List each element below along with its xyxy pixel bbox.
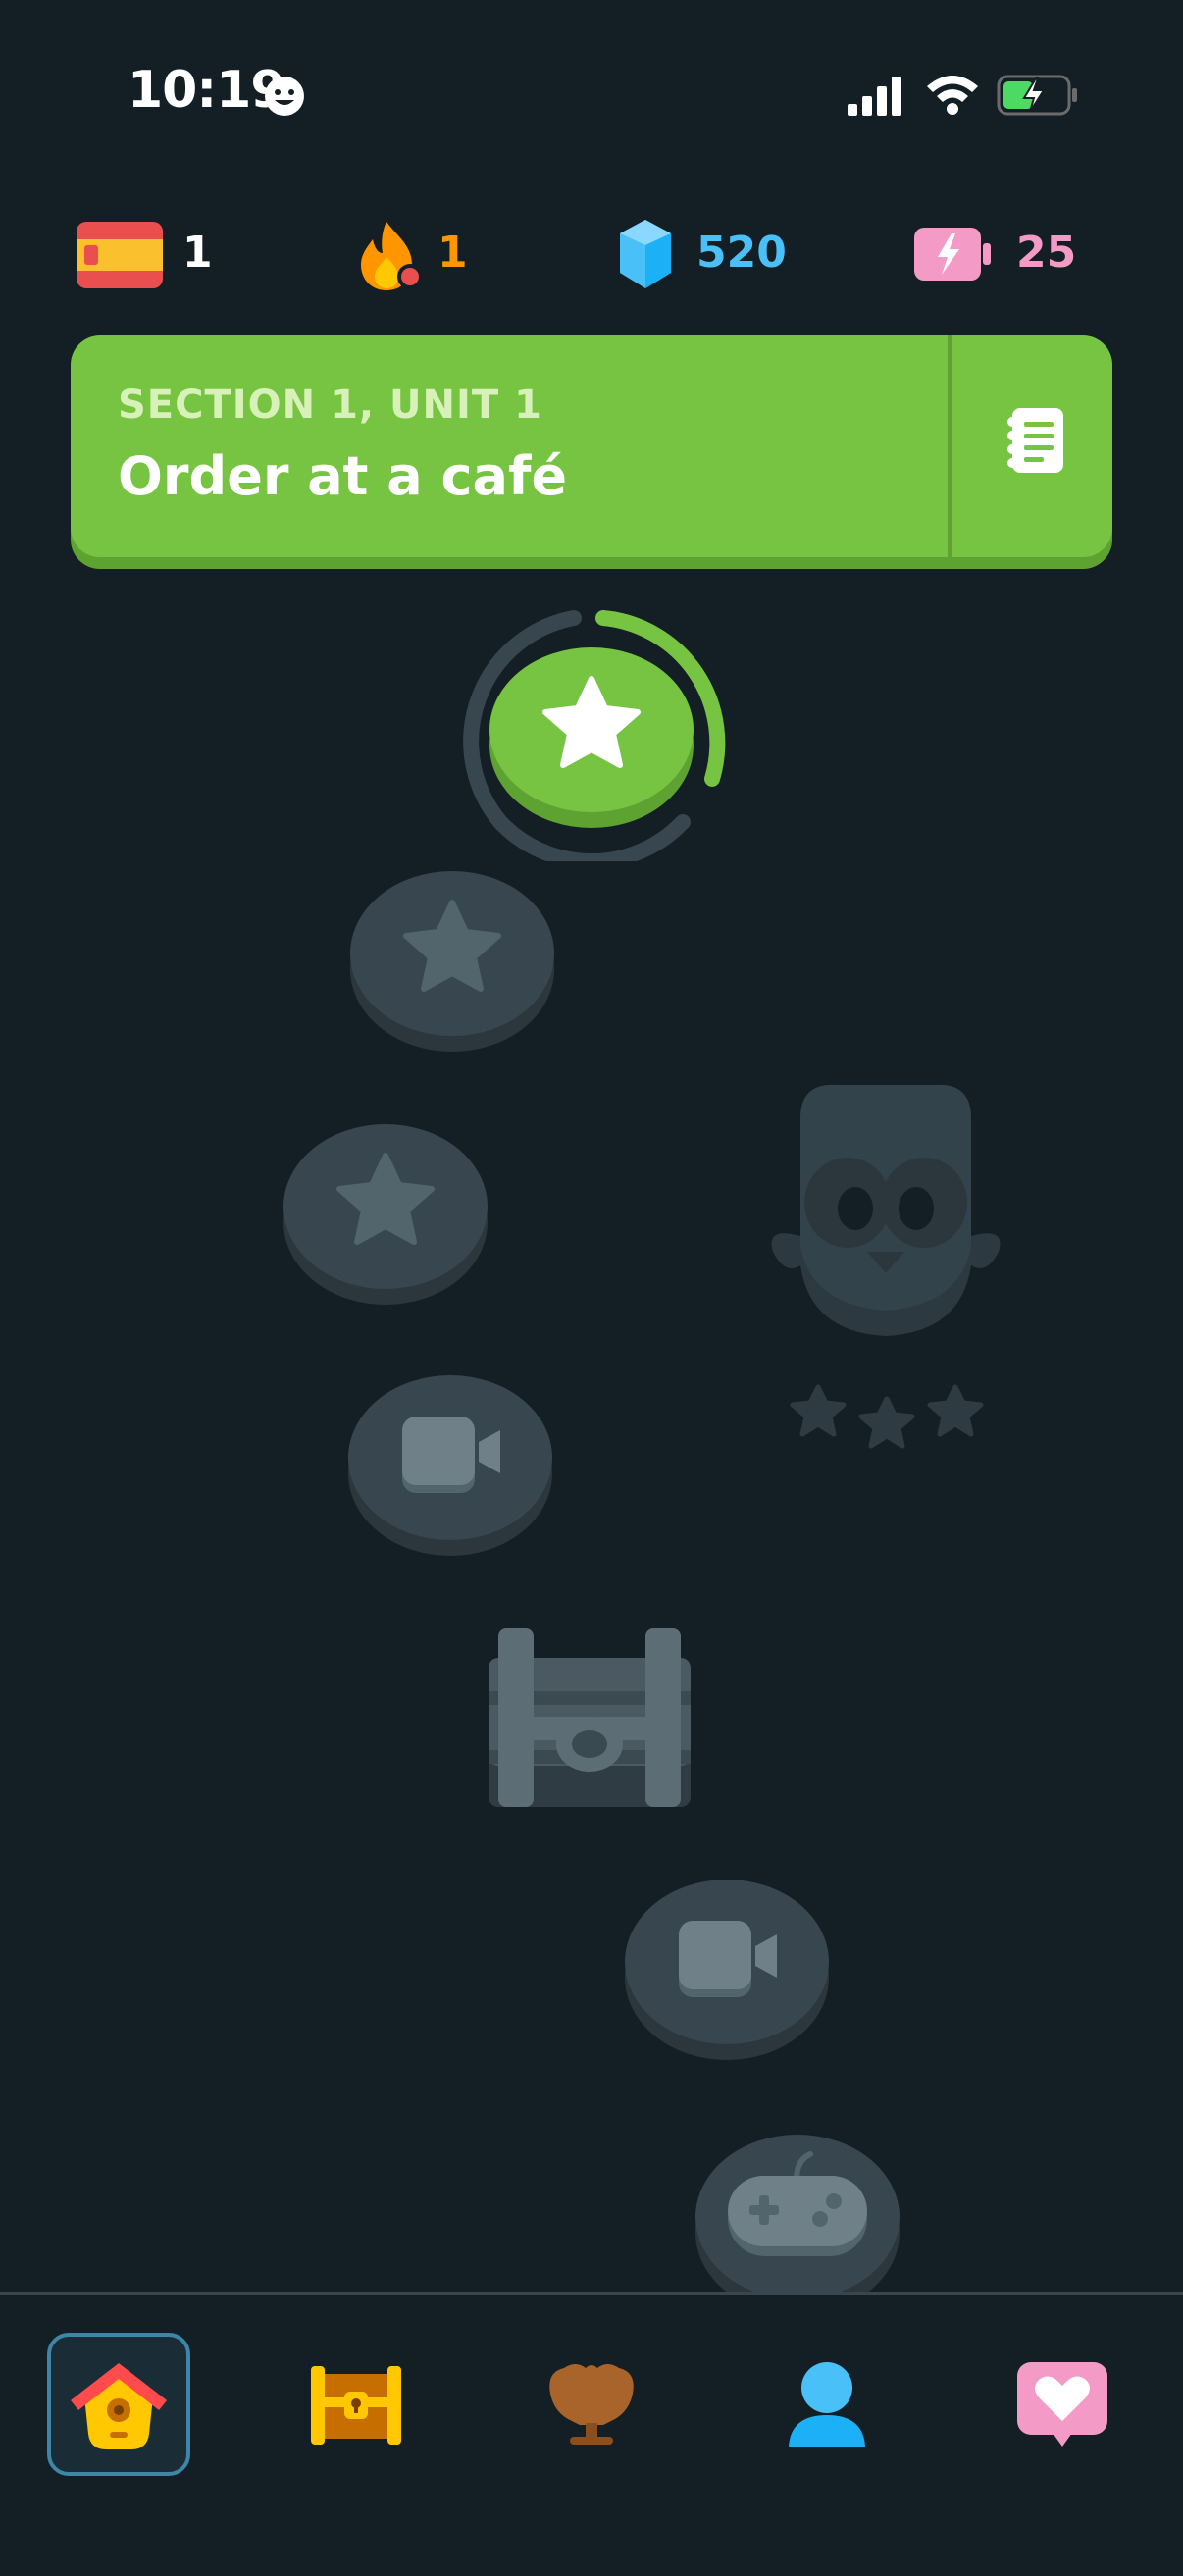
face-icon — [265, 77, 304, 116]
tab-leaderboard[interactable] — [520, 2333, 663, 2476]
wifi-icon — [927, 76, 978, 115]
tab-friends[interactable] — [991, 2333, 1134, 2476]
video-camera-icon — [625, 1880, 829, 2060]
lesson-node-locked[interactable] — [349, 861, 555, 1053]
active-node-button — [489, 647, 694, 828]
unit-title: Order at a café — [118, 445, 568, 507]
home-icon — [71, 2363, 167, 2449]
tab-profile[interactable] — [755, 2333, 899, 2476]
trophy-icon — [549, 2364, 634, 2445]
lesson-node-active[interactable] — [489, 638, 694, 829]
gem-icon[interactable] — [616, 218, 675, 290]
battery-icon — [997, 75, 1077, 116]
energy-battery-icon[interactable] — [912, 226, 995, 283]
treasure-chest-icon — [311, 2366, 401, 2445]
energy-count: 25 — [1016, 228, 1077, 278]
game-node[interactable] — [694, 2125, 900, 2316]
banner-divider — [948, 335, 952, 557]
treasure-chest-node[interactable] — [487, 1626, 693, 1809]
gem-count: 520 — [696, 228, 787, 278]
streak-count: 1 — [437, 228, 468, 278]
unit-banner[interactable]: SECTION 1, UNIT 1 Order at a café — [71, 335, 1112, 557]
spanish-flag-icon[interactable] — [77, 222, 163, 288]
treasure-chest-icon — [489, 1628, 691, 1807]
status-time: 10:19 — [128, 61, 286, 120]
mascot-stars — [790, 1384, 984, 1449]
section-label: SECTION 1, UNIT 1 — [118, 383, 542, 428]
video-lesson-node[interactable] — [624, 1870, 830, 2061]
star-icon — [283, 1124, 488, 1305]
signal-icon — [848, 77, 901, 116]
flame-icon[interactable] — [357, 218, 426, 292]
lesson-node-locked[interactable] — [283, 1114, 489, 1306]
video-lesson-node[interactable] — [347, 1365, 553, 1557]
tab-chests[interactable] — [284, 2333, 428, 2476]
course-count: 1 — [182, 228, 213, 278]
owl-mascot-icon — [771, 1084, 1001, 1336]
guidebook-button[interactable] — [953, 335, 1112, 557]
star-icon — [350, 871, 554, 1052]
tab-home[interactable] — [47, 2333, 190, 2476]
heart-chat-icon — [1017, 2362, 1107, 2447]
video-camera-icon — [348, 1375, 552, 1556]
gamepad-icon — [695, 2135, 900, 2315]
notebook-icon — [1007, 408, 1063, 473]
profile-icon — [789, 2362, 865, 2447]
